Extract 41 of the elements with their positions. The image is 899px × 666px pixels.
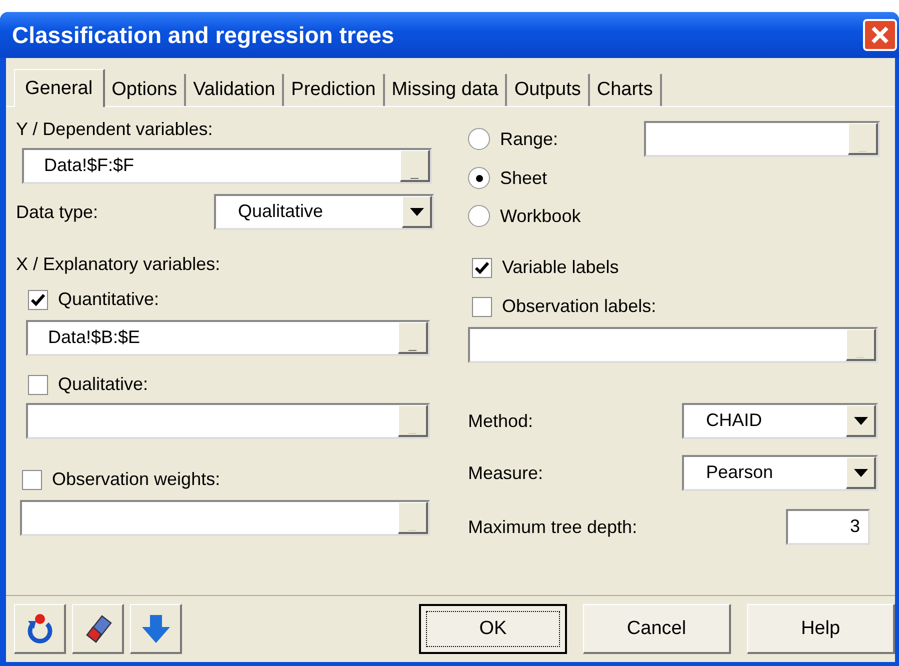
radio-button[interactable] [468,167,490,189]
checkbox[interactable] [28,374,48,394]
number-field[interactable]: 3 [786,509,870,545]
field-label: Y / Dependent variables: [16,119,214,140]
dropdown-field[interactable]: Pearson [682,455,878,491]
close-button[interactable] [863,19,897,51]
dropdown-field[interactable]: CHAID [682,403,878,439]
checkbox[interactable] [28,290,48,310]
field-label: Maximum tree depth: [468,516,638,538]
radio-button[interactable] [468,205,490,227]
dropdown-field[interactable]: Qualitative [214,194,434,230]
checkbox-label: Qualitative: [58,374,148,395]
clear-button[interactable] [72,604,124,654]
field-label: Method: [468,410,534,432]
tab[interactable]: General [14,69,105,107]
dialog-button[interactable]: Help [747,604,895,654]
reset-button[interactable] [14,604,66,654]
radio-label: Sheet [500,168,548,188]
checkbox[interactable] [22,470,42,490]
radio-label: Range: [500,128,558,150]
section-label: X / Explanatory variables: [16,254,222,275]
window-title: Classification and regression trees [12,22,394,48]
range-picker-button[interactable]: _ [400,150,430,182]
field-label: Measure: [468,462,544,484]
radio-button[interactable] [468,128,490,150]
text-field[interactable]: Data!$F:$F _ [22,148,432,184]
dialog-button[interactable]: Cancel [583,604,731,654]
down-arrow-icon [140,612,170,644]
download-button[interactable] [130,604,182,654]
field-label: Data type: [16,202,98,222]
dialog-button[interactable]: OK [419,604,567,654]
checkbox[interactable] [472,258,492,278]
checkbox-label: Quantitative: [58,289,160,310]
checkbox-label: Observation weights: [52,469,220,490]
radio-label: Workbook [500,206,581,226]
checkbox[interactable] [472,296,492,316]
text-field[interactable]: Data!$B:$E _ [26,320,430,356]
close-icon [870,25,890,45]
range-picker-button[interactable]: _ [398,322,428,354]
checkbox-label: Variable labels [502,257,619,278]
checkbox-label: Observation labels: [502,296,656,317]
